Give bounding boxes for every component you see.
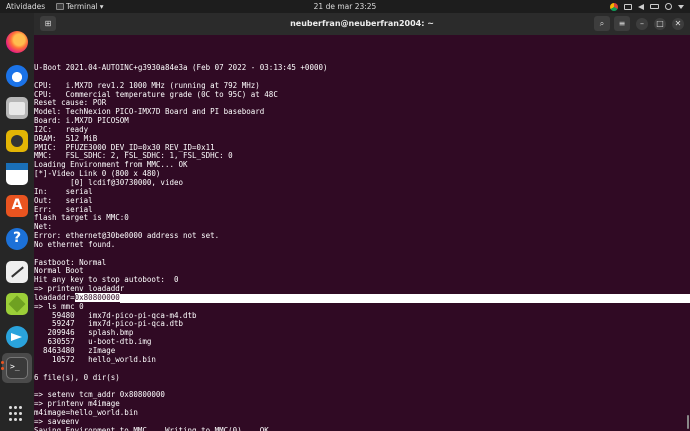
highlight-value: 0x80800000: [74, 292, 120, 302]
terminal-line: Error: ethernet@30be0000 address not set…: [34, 231, 220, 241]
search-button[interactable]: ⌕: [594, 16, 610, 31]
firefox-icon[interactable]: [6, 31, 28, 53]
cube-icon[interactable]: [6, 293, 28, 315]
terminal-line: flash target is MMC:0: [34, 213, 129, 223]
highlight-prefix: loadaddr=: [34, 292, 75, 302]
network-icon[interactable]: [624, 3, 632, 10]
menu-chevron-icon[interactable]: [678, 4, 684, 9]
terminal-line: [0] lcdif@30730000, video: [34, 177, 184, 187]
running-indicator: [1, 367, 4, 370]
terminal-line: Out: serial: [34, 195, 93, 205]
terminal-line: m4image=hello_world.bin: [34, 407, 138, 417]
clock[interactable]: 21 de mar 23:25: [0, 0, 690, 13]
scrollbar[interactable]: [686, 35, 690, 431]
terminal-line: Err: serial: [34, 204, 93, 214]
top-bar: Atividades Terminal ▾ 21 de mar 23:25: [0, 0, 690, 13]
menu-button[interactable]: ≡: [614, 16, 630, 31]
terminal-line: Hit any key to stop autoboot: 0: [34, 275, 179, 285]
power-icon[interactable]: [665, 3, 672, 10]
battery-icon[interactable]: [650, 4, 659, 9]
highlighted-line: loadaddr=0x80800000: [34, 292, 690, 303]
scrollbar-thumb[interactable]: [687, 415, 689, 429]
terminal-line: In: serial: [34, 186, 93, 196]
text-editor-icon[interactable]: [6, 261, 28, 283]
terminal-line: 10572 hello_world.bin: [34, 354, 156, 364]
terminal-line: I2C: ready: [34, 124, 89, 134]
telegram-icon[interactable]: [6, 326, 28, 348]
thunderbird-icon[interactable]: [6, 65, 28, 87]
system-tray[interactable]: [610, 0, 684, 13]
terminal-line: => setenv tcm_addr 0x80800000: [34, 390, 165, 400]
selection-fill: [119, 293, 690, 303]
terminal-line: 630557 u-boot-dtb.img: [34, 337, 152, 347]
help-icon[interactable]: [6, 228, 28, 250]
terminal-line: Fastboot: Normal: [34, 257, 107, 267]
terminal-line: => printenv loadaddr: [34, 284, 125, 294]
writer-icon[interactable]: [6, 163, 28, 185]
terminal-line: CPU: Commercial temperature grade (0C to…: [34, 89, 278, 99]
dock: [0, 13, 34, 431]
terminal-line: Saving Environment to MMC... Writing to …: [34, 425, 269, 431]
window-title: neuberfran@neuberfran2004: ~: [290, 19, 434, 28]
volume-icon[interactable]: [638, 3, 644, 10]
terminal-line: Model: TechNexion PICO-IMX7D Board and P…: [34, 107, 265, 117]
software-icon[interactable]: [6, 195, 28, 217]
terminal-line: Board: i.MX7D PICOSOM: [34, 116, 129, 126]
title-bar[interactable]: ⊞ neuberfran@neuberfran2004: ~ ⌕ ≡ – □ ✕: [34, 13, 690, 35]
terminal-icon[interactable]: [6, 357, 28, 379]
terminal-window: ⊞ neuberfran@neuberfran2004: ~ ⌕ ≡ – □ ✕…: [34, 13, 690, 431]
rhythmbox-icon[interactable]: [6, 130, 28, 152]
files-icon[interactable]: [6, 97, 28, 119]
running-indicator: [1, 361, 4, 364]
chrome-icon[interactable]: [610, 2, 618, 11]
terminal-line: U-Boot 2021.04-AUTOINC+g3930a84e3a (Feb …: [34, 63, 328, 72]
minimize-button[interactable]: –: [636, 18, 648, 30]
maximize-button[interactable]: □: [654, 18, 666, 30]
terminal-line: No ethernet found.: [34, 239, 116, 249]
terminal-output[interactable]: U-Boot 2021.04-AUTOINC+g3930a84e3a (Feb …: [34, 35, 690, 431]
close-button[interactable]: ✕: [672, 18, 684, 30]
show-apps-icon[interactable]: [9, 406, 25, 422]
terminal-line: 6 file(s), 0 dir(s): [34, 372, 120, 382]
